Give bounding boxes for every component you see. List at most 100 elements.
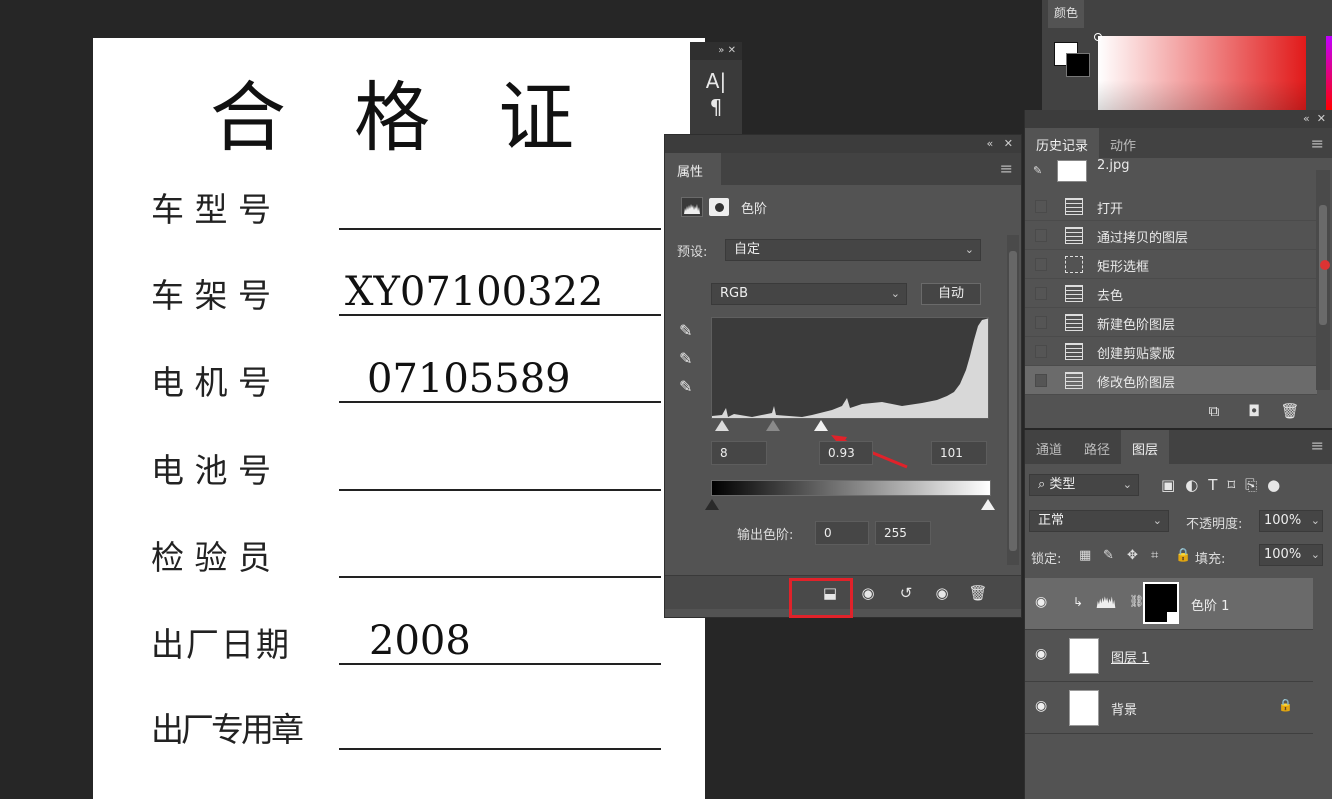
input-gamma-slider[interactable] <box>766 420 780 431</box>
tab-paths[interactable]: 路径 <box>1073 430 1121 464</box>
field-inspector: 检 验 员 <box>151 528 661 578</box>
layer-filter-dropdown[interactable]: ⌕ 类型 ⌄ <box>1029 474 1139 496</box>
document-icon <box>1065 227 1083 244</box>
camera-icon[interactable]: ◘ <box>1241 400 1267 422</box>
clip-to-layer-icon[interactable]: ⬓ <box>817 582 843 604</box>
tab-history[interactable]: 历史记录 <box>1025 128 1100 158</box>
history-item[interactable]: 打开 <box>1025 192 1317 221</box>
close-icon[interactable]: ✕ <box>1004 137 1013 150</box>
history-item[interactable]: 创建剪贴蒙版 <box>1025 337 1317 366</box>
history-source-checkbox[interactable] <box>1035 316 1047 329</box>
lock-image-icon[interactable]: ✎ <box>1103 548 1114 563</box>
trash-icon[interactable]: 🗑 <box>965 582 991 604</box>
panel-header: » ✕ <box>690 42 742 60</box>
panel-menu-icon[interactable]: ≡ <box>1311 134 1324 153</box>
field-label: 车 架 号 <box>151 276 271 315</box>
history-item[interactable]: 去色 <box>1025 279 1317 308</box>
visibility-eye-icon[interactable]: ◉ <box>1035 698 1047 714</box>
blend-mode-value: 正常 <box>1038 513 1065 528</box>
tab-channels[interactable]: 通道 <box>1025 430 1073 464</box>
blend-mode-dropdown[interactable]: 正常 ⌄ <box>1029 510 1169 532</box>
layer-row[interactable]: ◉ 背景 🔒 <box>1025 682 1313 734</box>
input-white-slider[interactable] <box>814 420 828 431</box>
history-item-selected[interactable]: 修改色阶图层 <box>1025 366 1317 395</box>
history-source-checkbox[interactable] <box>1035 229 1047 242</box>
background-color-swatch[interactable] <box>1066 53 1090 77</box>
link-icon[interactable]: ⛓ <box>1129 594 1144 608</box>
layer-row[interactable]: ◉ 图层 1 <box>1025 630 1313 682</box>
properties-scrollbar[interactable] <box>1007 235 1019 565</box>
visibility-eye-icon[interactable]: ◉ <box>1035 646 1047 662</box>
shape-filter-icon[interactable]: ⌑ <box>1227 476 1235 494</box>
history-snapshot[interactable]: ✎ 2.jpg <box>1025 158 1317 188</box>
color-picker-ring[interactable] <box>1094 33 1102 41</box>
input-white-field[interactable]: 101 <box>931 441 987 465</box>
smart-object-filter-icon[interactable]: ⎘ <box>1245 476 1257 494</box>
history-item[interactable]: 矩形选框 <box>1025 250 1317 279</box>
black-point-eyedropper-icon[interactable]: ✎ <box>679 321 692 340</box>
layer-mask-thumbnail[interactable] <box>1143 582 1179 624</box>
lock-all-icon[interactable]: 🔒 <box>1175 548 1191 563</box>
preset-dropdown[interactable]: 自定 ⌄ <box>725 239 981 261</box>
close-icon[interactable]: ✕ <box>728 45 736 56</box>
lock-transparent-icon[interactable]: ▦ <box>1079 548 1091 563</box>
layer-name[interactable]: 背景 <box>1111 699 1137 718</box>
visibility-eye-icon[interactable]: ◉ <box>1035 594 1047 610</box>
history-source-checkbox[interactable] <box>1035 345 1047 358</box>
adjustment-filter-icon[interactable]: ◐ <box>1185 476 1198 494</box>
color-spectrum-field[interactable] <box>1098 36 1306 110</box>
channel-dropdown[interactable]: RGB ⌄ <box>711 283 907 305</box>
tab-actions[interactable]: 动作 <box>1099 128 1147 158</box>
collapse-icon[interactable]: « <box>987 137 994 150</box>
trash-icon[interactable]: 🗑 <box>1277 400 1303 422</box>
reset-icon[interactable]: ↺ <box>893 582 919 604</box>
input-gamma-field[interactable]: 0.93 <box>819 441 873 465</box>
lock-icon[interactable]: 🔒 <box>1278 698 1293 712</box>
lock-artboard-icon[interactable]: ⌗ <box>1151 548 1158 563</box>
tab-layers[interactable]: 图层 <box>1121 430 1170 464</box>
hue-slider[interactable] <box>1326 36 1332 110</box>
white-point-eyedropper-icon[interactable]: ✎ <box>679 377 692 396</box>
view-previous-icon[interactable]: ◉ <box>855 582 881 604</box>
tab-color[interactable]: 颜色 <box>1048 0 1085 28</box>
opacity-field[interactable]: 100% ⌄ <box>1259 510 1323 532</box>
opacity-value: 100% <box>1264 513 1302 528</box>
panel-menu-icon[interactable]: ≡ <box>1000 159 1013 178</box>
history-item[interactable]: 通过拷贝的图层 <box>1025 221 1317 250</box>
history-scrollbar[interactable] <box>1316 170 1330 390</box>
type-filter-icon[interactable]: T <box>1208 476 1217 494</box>
lock-label: 锁定: <box>1031 552 1062 567</box>
visibility-icon[interactable]: ◉ <box>929 582 955 604</box>
tab-properties[interactable]: 属性 <box>665 153 721 185</box>
lock-position-icon[interactable]: ✥ <box>1127 548 1138 563</box>
layer-name[interactable]: 色阶 1 <box>1191 595 1229 614</box>
character-icon[interactable]: A| <box>690 70 742 92</box>
panel-menu-icon[interactable]: ≡ <box>1311 436 1324 455</box>
gray-point-eyedropper-icon[interactable]: ✎ <box>679 349 692 368</box>
history-source-checkbox[interactable] <box>1035 374 1047 387</box>
mask-icon[interactable] <box>709 198 729 216</box>
output-black-field[interactable]: 0 <box>815 521 869 545</box>
close-icon[interactable]: ✕ <box>1317 112 1326 125</box>
pixel-filter-icon[interactable]: ▣ <box>1161 476 1175 494</box>
auto-button[interactable]: 自动 <box>921 283 981 305</box>
fill-field[interactable]: 100% ⌄ <box>1259 544 1323 566</box>
collapse-icon[interactable]: » <box>718 45 724 56</box>
filter-toggle-icon[interactable]: ● <box>1267 476 1280 494</box>
levels-icon[interactable] <box>681 197 703 217</box>
new-document-from-state-icon[interactable]: ⧉ <box>1201 400 1227 422</box>
layer-name[interactable]: 图层 1 <box>1111 647 1149 666</box>
output-black-slider[interactable] <box>705 499 719 510</box>
history-item[interactable]: 新建色阶图层 <box>1025 308 1317 337</box>
output-white-slider[interactable] <box>981 499 995 510</box>
collapse-icon[interactable]: « <box>1303 112 1310 125</box>
paragraph-icon[interactable]: ¶ <box>690 96 742 118</box>
layer-row[interactable]: ◉ ↳ ⛓ 色阶 1 <box>1025 578 1313 630</box>
history-source-checkbox[interactable] <box>1035 287 1047 300</box>
output-white-field[interactable]: 255 <box>875 521 931 545</box>
history-source-checkbox[interactable] <box>1035 200 1047 213</box>
history-source-checkbox[interactable] <box>1035 258 1047 271</box>
input-black-field[interactable]: 8 <box>711 441 767 465</box>
document-canvas[interactable]: 合 格 证 车 型 号 车 架 号 XY07100322 电 机 号 07105… <box>93 38 705 799</box>
input-black-slider[interactable] <box>715 420 729 431</box>
